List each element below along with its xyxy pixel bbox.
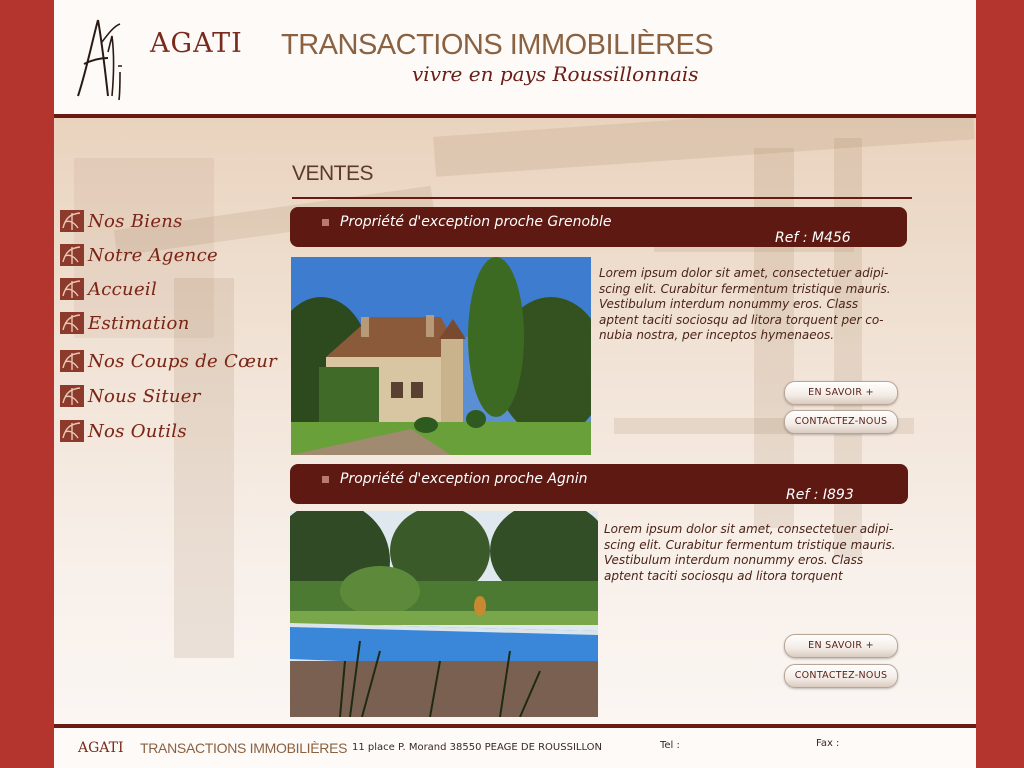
nav-label: Accueil xyxy=(88,278,158,300)
description-line: scing elit. Curabitur fermentum tristiqu… xyxy=(599,281,891,296)
description-line: scing elit. Curabitur fermentum tristiqu… xyxy=(604,537,896,552)
listing-title: Propriété d'exception proche Grenoble xyxy=(340,214,612,230)
listing-ref: Ref : M456 xyxy=(775,230,851,246)
ornament-tile-icon xyxy=(60,312,84,334)
nav-label: Estimation xyxy=(88,312,190,334)
contact-button[interactable]: CONTACTEZ-NOUS xyxy=(784,410,898,434)
nav-item-coups-de-coeur[interactable]: Nos Coups de Cœur xyxy=(60,348,277,374)
nav-label: Nous Situer xyxy=(88,385,201,407)
description-line: Lorem ipsum dolor sit amet, consectetuer… xyxy=(599,266,889,280)
footer-brand-rest: TRANSACTIONS IMMOBILIÈRES xyxy=(140,740,348,756)
footer-address: 11 place P. Morand 38550 PEAGE DE ROUSSI… xyxy=(352,742,603,753)
brand-name-bold: AGATI xyxy=(150,28,243,59)
nav-label: Notre Agence xyxy=(88,244,218,266)
footer-brand-bold: AGATI xyxy=(78,740,124,756)
agency-monogram-logo[interactable] xyxy=(72,12,132,102)
garden-pool-photo[interactable] xyxy=(290,511,598,717)
listing-ref: Ref : I893 xyxy=(786,487,854,503)
footer: AGATI TRANSACTIONS IMMOBILIÈRES 11 place… xyxy=(54,728,976,768)
nav-label: Nos Coups de Cœur xyxy=(88,350,277,372)
description-line: Vestibulum interdum nonummy eros. Class xyxy=(599,297,859,311)
listing-title: Propriété d'exception proche Agnin xyxy=(340,471,588,487)
brand-name-rest: TRANSACTIONS IMMOBILIÈRES xyxy=(281,29,714,61)
page: AGATI TRANSACTIONS IMMOBILIÈRES vivre en… xyxy=(54,0,976,768)
nav-item-nous-situer[interactable]: Nous Situer xyxy=(60,383,201,409)
description-line: aptent taciti sociosqu ad litora torquen… xyxy=(599,312,884,327)
ornament-tile-icon xyxy=(60,244,84,266)
footer-fax-label: Fax : xyxy=(816,738,840,749)
ornament-tile-icon xyxy=(60,385,84,407)
listing-header-bar[interactable]: Propriété d'exception proche Agnin Ref :… xyxy=(290,464,908,504)
more-info-button[interactable]: EN SAVOIR + xyxy=(784,381,898,405)
description-line: nubia nostra, per inceptos hymenaeos. xyxy=(599,328,835,342)
description-line: aptent taciti sociosqu ad litora torquen… xyxy=(604,568,843,583)
header: AGATI TRANSACTIONS IMMOBILIÈRES vivre en… xyxy=(54,0,976,114)
more-info-button[interactable]: EN SAVOIR + xyxy=(784,634,898,658)
tagline: vivre en pays Roussillonnais xyxy=(412,62,699,86)
nav-label: Nos Outils xyxy=(88,420,187,442)
bullet-icon xyxy=(322,476,329,483)
nav-item-notre-agence[interactable]: Notre Agence xyxy=(60,242,218,268)
footer-tel-label: Tel : xyxy=(660,740,680,751)
description-line: Lorem ipsum dolor sit amet, consectetuer… xyxy=(604,522,894,536)
ornament-tile-icon xyxy=(60,350,84,372)
nav-label: Nos Biens xyxy=(88,210,183,232)
listing-header-bar[interactable]: Propriété d'exception proche Grenoble Re… xyxy=(290,207,907,247)
nav-item-estimation[interactable]: Estimation xyxy=(60,310,190,336)
section-title: VENTES xyxy=(292,162,374,185)
bullet-icon xyxy=(322,219,329,226)
ornament-tile-icon xyxy=(60,420,84,442)
contact-button[interactable]: CONTACTEZ-NOUS xyxy=(784,664,898,688)
listing-description: Lorem ipsum dolor sit amet, consectetuer… xyxy=(599,266,919,344)
listing-description: Lorem ipsum dolor sit amet, consectetuer… xyxy=(604,522,924,584)
nav-item-accueil[interactable]: Accueil xyxy=(60,276,157,302)
nav-item-nos-biens[interactable]: Nos Biens xyxy=(60,208,183,234)
description-line: Vestibulum interdum nonummy eros. Class xyxy=(604,553,864,567)
ornament-tile-icon xyxy=(60,210,84,232)
ornament-tile-icon xyxy=(60,278,84,300)
nav-item-nos-outils[interactable]: Nos Outils xyxy=(60,418,187,444)
section-divider xyxy=(292,197,912,199)
manor-house-photo[interactable] xyxy=(291,257,591,455)
